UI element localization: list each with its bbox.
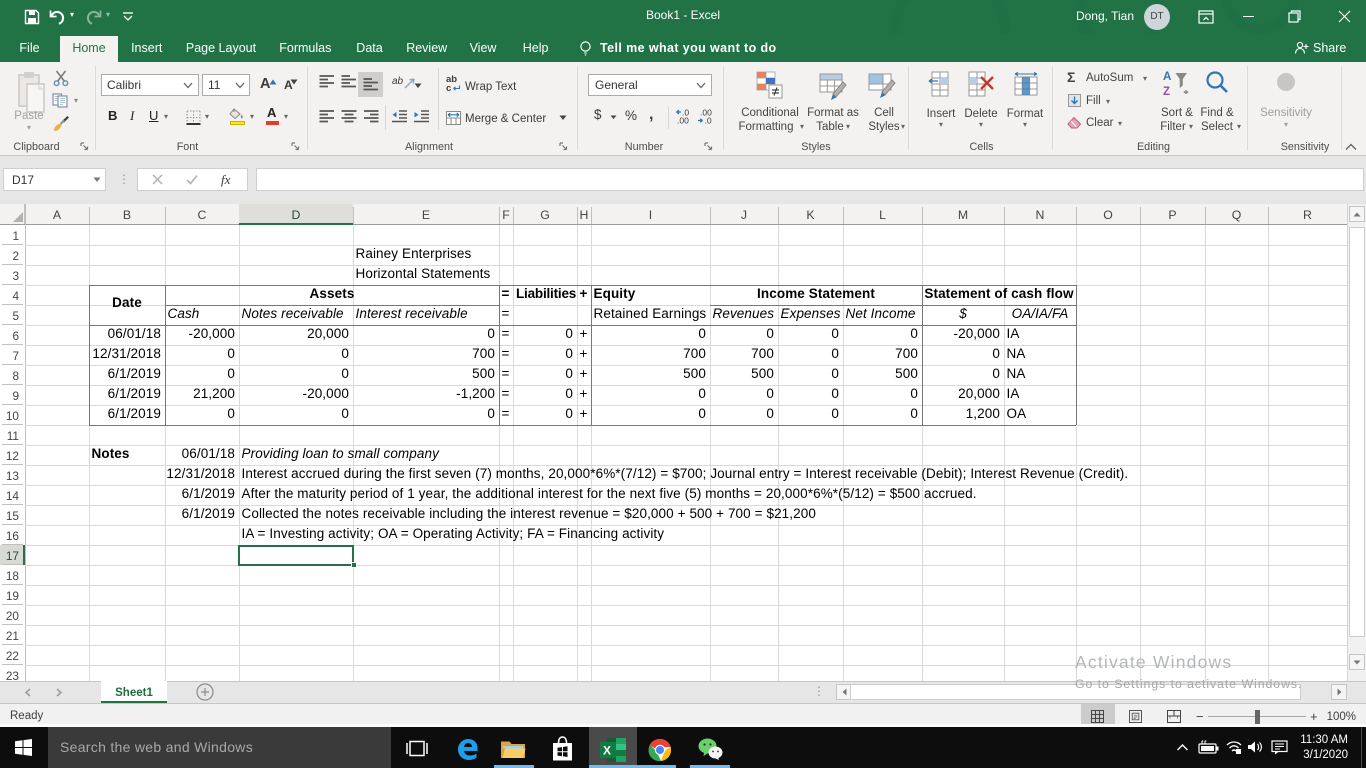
svg-text:X: X (603, 744, 611, 758)
svg-text:Z: Z (1163, 86, 1170, 97)
svg-text:A: A (1163, 71, 1171, 83)
